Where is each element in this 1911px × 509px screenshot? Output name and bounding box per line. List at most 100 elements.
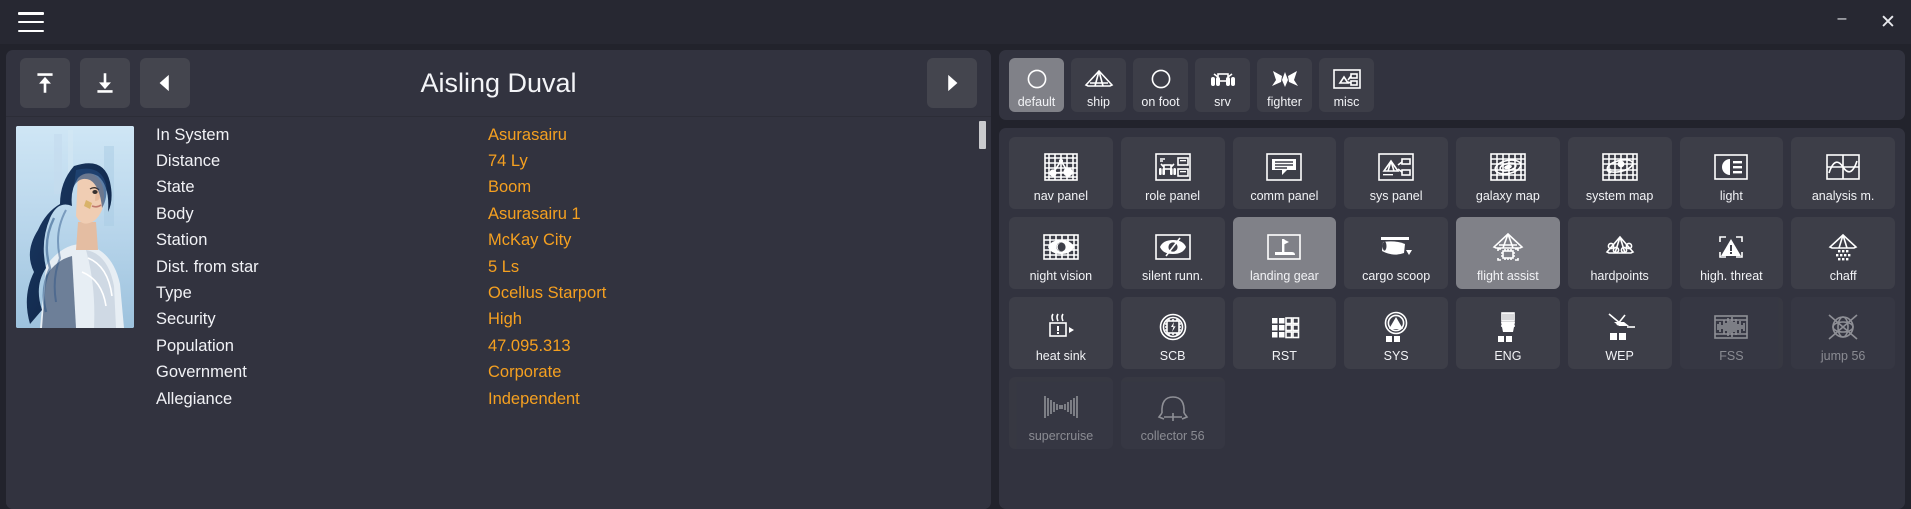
grid-item-flight-assist[interactable]: flight assist bbox=[1456, 217, 1560, 289]
detail-value: 74 Ly bbox=[488, 152, 528, 171]
detail-row: Type Ocellus Starport bbox=[156, 280, 967, 306]
grid-item-rst[interactable]: RST bbox=[1232, 297, 1337, 369]
grid-item-label: supercruise bbox=[1028, 428, 1094, 443]
grid-item-label: RST bbox=[1271, 348, 1297, 363]
detail-label: Body bbox=[156, 204, 194, 223]
grid-item-jump[interactable]: jump 56 bbox=[1791, 297, 1895, 369]
tab-misc[interactable]: misc bbox=[1319, 58, 1374, 112]
scrollbar-thumb[interactable] bbox=[979, 121, 986, 149]
grid-item-fss[interactable]: FSS bbox=[1679, 297, 1784, 369]
detail-row: Body Asurasairu 1 bbox=[156, 201, 967, 227]
close-button[interactable]: ✕ bbox=[1865, 0, 1911, 44]
grid-item-label: heat sink bbox=[1035, 348, 1086, 363]
grid-item-collector-limpet[interactable]: collector 56 bbox=[1120, 377, 1225, 449]
grid-item-label: chaff bbox=[1829, 268, 1857, 283]
grid-item-night-vision[interactable]: night vision bbox=[1009, 217, 1113, 289]
flight-assist-icon bbox=[1492, 232, 1524, 261]
grid-item-supercruise[interactable]: supercruise bbox=[1009, 377, 1113, 449]
grid-item-light[interactable]: light bbox=[1679, 137, 1784, 209]
system-map-icon bbox=[1601, 152, 1638, 181]
hamburger-bar bbox=[18, 12, 44, 15]
minimize-button[interactable]: – bbox=[1819, 0, 1865, 44]
action-grid: nav panel role panel comm panel sys pane… bbox=[1009, 137, 1895, 449]
detail-row: Security High bbox=[156, 307, 967, 333]
chevron-right-icon bbox=[948, 74, 958, 92]
circle-icon bbox=[1151, 69, 1170, 88]
grid-item-eng[interactable]: ENG bbox=[1456, 297, 1560, 369]
grid-item-cargo-scoop[interactable]: cargo scoop bbox=[1344, 217, 1448, 289]
role-panel-icon bbox=[1154, 152, 1191, 181]
arrow-to-bottom-icon bbox=[97, 73, 113, 93]
tab-fighter[interactable]: fighter bbox=[1257, 58, 1312, 112]
grid-item-chaff[interactable]: chaff bbox=[1791, 217, 1895, 289]
detail-row: Allegiance Independent bbox=[156, 386, 967, 412]
title-bar: – ✕ bbox=[0, 0, 1911, 44]
grid-item-role-panel[interactable]: role panel bbox=[1120, 137, 1225, 209]
detail-label: Station bbox=[156, 231, 208, 250]
hamburger-menu-icon[interactable] bbox=[18, 12, 44, 32]
tab-label: on foot bbox=[1141, 94, 1180, 109]
next-button[interactable] bbox=[927, 58, 977, 108]
detail-value: Asurasairu bbox=[488, 125, 567, 144]
comm-panel-icon bbox=[1266, 152, 1303, 181]
tab-on-foot[interactable]: on foot bbox=[1133, 58, 1188, 112]
detail-scrollbar[interactable] bbox=[979, 121, 986, 505]
grid-item-sys-panel[interactable]: sys panel bbox=[1344, 137, 1448, 209]
analysis-mode-icon bbox=[1826, 153, 1860, 180]
grid-item-analysis-mode[interactable]: analysis m. bbox=[1791, 137, 1895, 209]
jump-icon bbox=[1828, 313, 1858, 340]
grid-item-sys[interactable]: SYS bbox=[1344, 297, 1448, 369]
grid-item-label: FSS bbox=[1719, 348, 1744, 363]
chaff-icon bbox=[1828, 233, 1858, 260]
detail-list: In System Asurasairu Distance 74 Ly Stat… bbox=[156, 122, 991, 509]
grid-item-system-map[interactable]: system map bbox=[1567, 137, 1672, 209]
grid-item-label: landing gear bbox=[1249, 268, 1319, 283]
grid-item-label: role panel bbox=[1145, 188, 1201, 203]
detail-label: State bbox=[156, 178, 195, 197]
window-controls: – ✕ bbox=[1819, 0, 1911, 44]
detail-label: Population bbox=[156, 336, 234, 355]
detail-value: 5 Ls bbox=[488, 257, 520, 276]
grid-item-highest-threat[interactable]: high. threat bbox=[1679, 217, 1784, 289]
faction-portrait bbox=[16, 126, 134, 328]
grid-item-landing-gear[interactable]: landing gear bbox=[1232, 217, 1337, 289]
tab-label: ship bbox=[1087, 94, 1110, 109]
workspace: Aisling Duval In System Asurasairu Dista… bbox=[0, 44, 1911, 509]
detail-value: McKay City bbox=[488, 231, 572, 250]
grid-item-wep[interactable]: WEP bbox=[1567, 297, 1672, 369]
cargo-scoop-icon bbox=[1381, 236, 1413, 255]
tab-label: srv bbox=[1214, 94, 1231, 109]
grid-item-label: light bbox=[1719, 188, 1743, 203]
grid-item-nav-panel[interactable]: nav panel bbox=[1009, 137, 1113, 209]
grid-item-scb[interactable]: SCB bbox=[1120, 297, 1225, 369]
nav-panel-icon bbox=[1044, 152, 1078, 181]
detail-label: Allegiance bbox=[156, 389, 233, 408]
hardpoints-icon bbox=[1605, 235, 1634, 254]
grid-item-silent-running[interactable]: silent runn. bbox=[1120, 217, 1225, 289]
detail-label: Government bbox=[156, 363, 247, 382]
grid-item-label: ENG bbox=[1494, 348, 1522, 363]
grid-item-label: cargo scoop bbox=[1362, 268, 1431, 283]
grid-item-comm-panel[interactable]: comm panel bbox=[1232, 137, 1337, 209]
grid-item-heat-sink[interactable]: heat sink bbox=[1009, 297, 1113, 369]
grid-item-label: comm panel bbox=[1250, 188, 1319, 203]
grid-item-label: silent runn. bbox=[1142, 268, 1204, 283]
detail-value: Boom bbox=[488, 178, 532, 197]
silent-running-icon bbox=[1154, 233, 1191, 260]
jump-to-first-button[interactable] bbox=[20, 58, 70, 108]
detail-label: Distance bbox=[156, 152, 221, 171]
light-icon bbox=[1714, 153, 1749, 180]
tab-default[interactable]: default bbox=[1009, 58, 1064, 112]
supercruise-icon bbox=[1044, 395, 1078, 418]
tab-ship[interactable]: ship bbox=[1071, 58, 1126, 112]
ship-icon bbox=[1084, 69, 1113, 87]
grid-item-hardpoints[interactable]: hardpoints bbox=[1567, 217, 1672, 289]
grid-item-galaxy-map[interactable]: galaxy map bbox=[1456, 137, 1560, 209]
tab-srv[interactable]: srv bbox=[1195, 58, 1250, 112]
collector-limpet-icon bbox=[1157, 395, 1188, 421]
action-grid-panel: nav panel role panel comm panel sys pane… bbox=[999, 128, 1905, 509]
jump-to-last-button[interactable] bbox=[80, 58, 130, 108]
previous-button[interactable] bbox=[140, 58, 190, 108]
detail-label: Dist. from star bbox=[156, 257, 259, 276]
detail-value: Asurasairu 1 bbox=[488, 204, 581, 223]
